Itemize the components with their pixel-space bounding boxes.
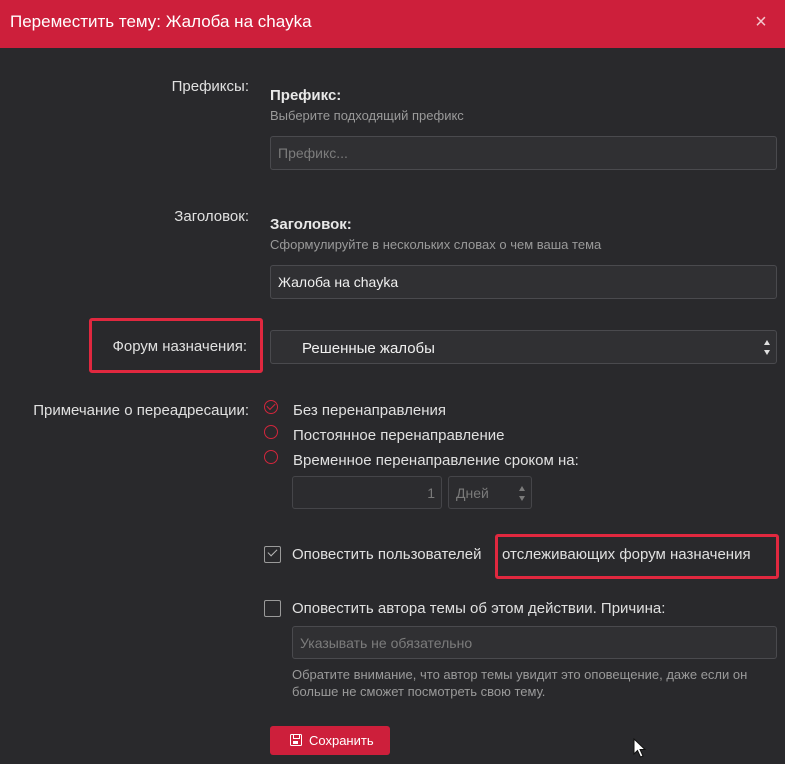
- mouse-cursor-icon: [633, 738, 647, 758]
- select-arrows-icon: [764, 340, 771, 355]
- redirect-duration-value: 1: [427, 485, 435, 501]
- redirect-duration-unit-select[interactable]: Дней: [448, 476, 532, 509]
- save-button-label: Сохранить: [309, 733, 374, 748]
- prefix-heading: Префикс:: [270, 87, 342, 104]
- redirect-row-label: Примечание о переадресации:: [33, 402, 249, 419]
- prefix-hint: Выберите подходящий префикс: [270, 108, 464, 123]
- radio-icon: [264, 425, 278, 439]
- notify-watchers-label-part1: Оповестить пользователей: [292, 546, 482, 563]
- radio-checked-icon: [264, 400, 278, 414]
- redirect-option-label: Постоянное перенаправление: [293, 427, 505, 444]
- dialog-title: Переместить тему: Жалоба на chayka: [10, 12, 312, 31]
- floppy-disk-icon: [290, 734, 302, 746]
- title-heading: Заголовок:: [270, 216, 352, 233]
- prefix-row-label: Префиксы:: [171, 78, 249, 95]
- notify-author-label: Оповестить автора темы об этом действии.…: [292, 600, 666, 617]
- prefix-input[interactable]: [270, 136, 777, 170]
- forum-select-value: Решенные жалобы: [302, 340, 435, 357]
- redirect-option-label: Временное перенаправление сроком на:: [293, 452, 579, 469]
- redirect-option-label: Без перенаправления: [293, 402, 446, 419]
- forum-row-label: Форум назначения:: [112, 338, 247, 355]
- notify-author-checkbox[interactable]: [264, 600, 281, 617]
- notify-author-note: Обратите внимание, что автор темы увидит…: [292, 667, 748, 699]
- select-arrows-icon: [519, 486, 526, 501]
- forum-select[interactable]: Решенные жалобы: [270, 330, 777, 364]
- title-hint: Сформулируйте в нескольких словах о чем …: [270, 237, 602, 252]
- checkmark-icon: [267, 546, 278, 557]
- notify-watchers-checkbox[interactable]: [264, 546, 281, 563]
- notify-author-reason-input[interactable]: [292, 626, 777, 659]
- notify-watchers-label: Оповестить пользователей: [292, 546, 481, 563]
- save-button[interactable]: Сохранить: [270, 726, 390, 755]
- dialog-titlebar: Переместить тему: Жалоба на chayka ×: [0, 0, 785, 48]
- notify-watchers-label-part2: отслеживающих форум назначения: [502, 546, 751, 563]
- close-icon[interactable]: ×: [749, 10, 773, 34]
- redirect-duration-input[interactable]: 1: [292, 476, 442, 509]
- title-row-label: Заголовок:: [174, 208, 249, 225]
- radio-icon: [264, 450, 278, 464]
- title-input[interactable]: [270, 265, 777, 299]
- redirect-duration-unit-value: Дней: [456, 485, 489, 501]
